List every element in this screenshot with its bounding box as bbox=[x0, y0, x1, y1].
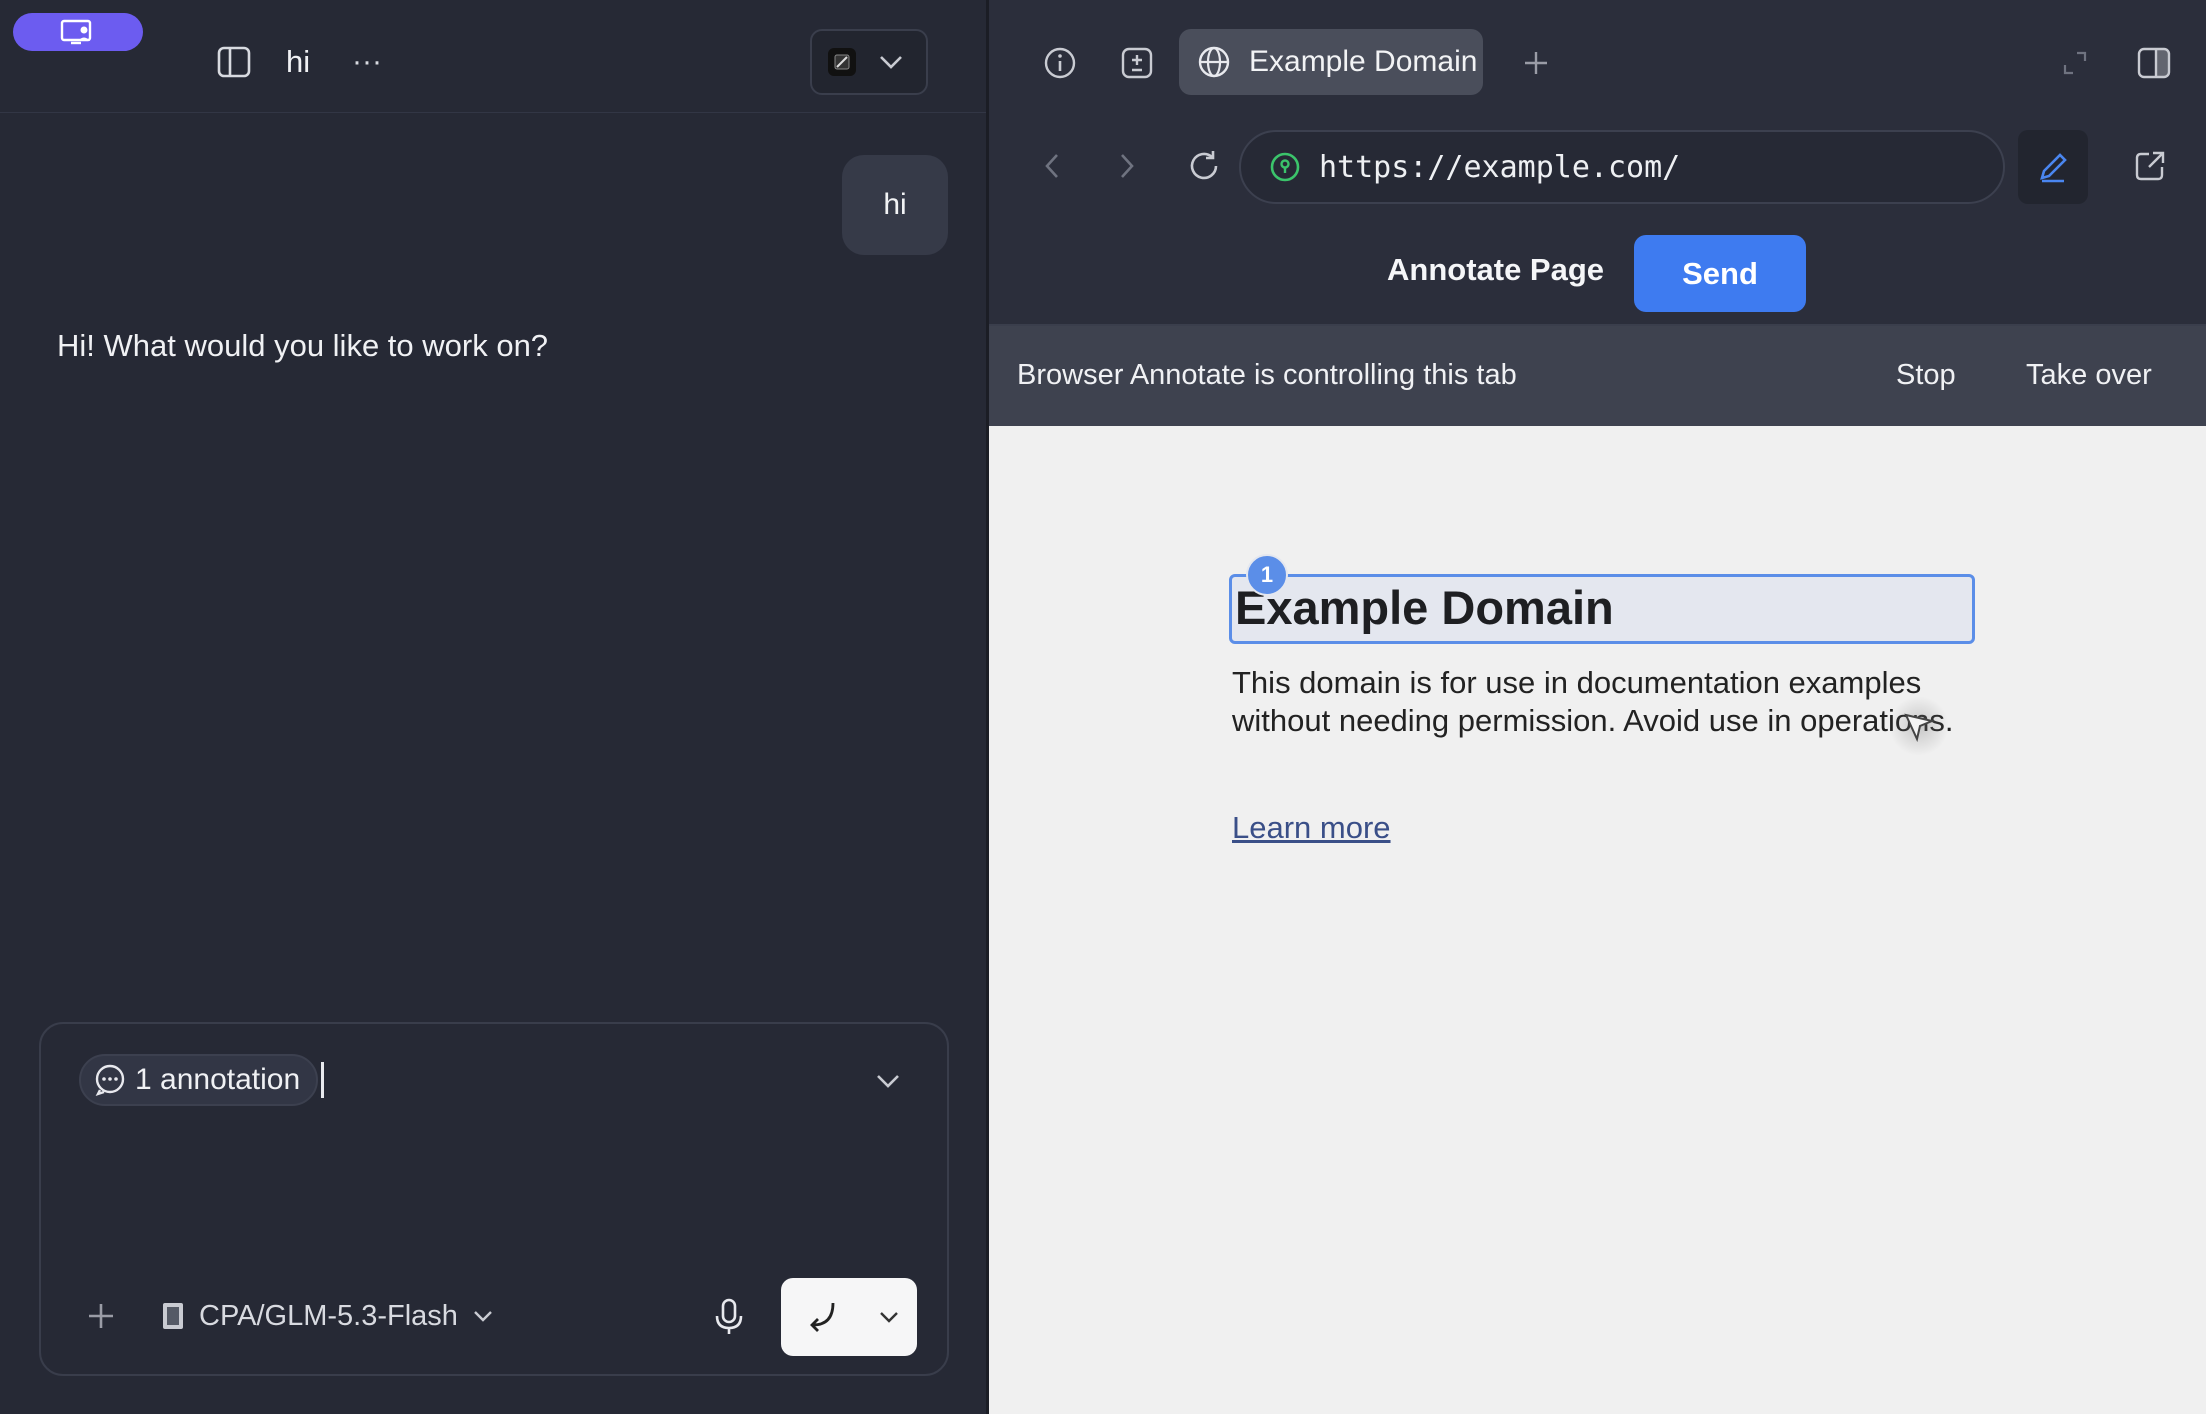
chevron-right-icon bbox=[1121, 154, 1134, 178]
tab-title: Example Domain bbox=[1249, 45, 1478, 78]
refresh-icon bbox=[1190, 151, 1218, 180]
page-info-button[interactable] bbox=[1040, 43, 1080, 83]
editor-app-icon bbox=[828, 48, 856, 76]
chevron-down-icon bbox=[877, 1075, 899, 1088]
annotation-badge[interactable]: 1 bbox=[1246, 554, 1288, 596]
chat-pane: hi ··· hi Hi! What would you like to wor… bbox=[0, 0, 988, 1414]
annotation-toolbar: Annotate Page Send bbox=[989, 220, 2206, 326]
cursor-arrow-icon bbox=[1904, 713, 1936, 743]
page-paragraph: This domain is for use in documentation … bbox=[1232, 665, 1954, 738]
add-attachment-button[interactable] bbox=[81, 1296, 121, 1336]
annotate-button[interactable] bbox=[2018, 130, 2088, 204]
take-over-button[interactable]: Take over bbox=[2026, 359, 2152, 392]
screen-user-icon bbox=[60, 19, 92, 45]
external-link-icon bbox=[2135, 151, 2165, 181]
send-split-button[interactable] bbox=[781, 1278, 917, 1356]
sidebar-icon bbox=[217, 46, 251, 78]
open-external-button[interactable] bbox=[2128, 144, 2172, 188]
automation-banner: Browser Annotate is controlling this tab… bbox=[989, 326, 2206, 426]
voice-input-button[interactable] bbox=[706, 1294, 752, 1340]
fullscreen-button[interactable] bbox=[2055, 43, 2095, 83]
new-tab-button[interactable] bbox=[1516, 43, 1556, 83]
comment-icon bbox=[95, 1064, 125, 1097]
editor-selector[interactable] bbox=[810, 29, 928, 95]
microphone-icon bbox=[715, 1298, 743, 1334]
plus-icon bbox=[1525, 52, 1547, 74]
conversation-title: hi bbox=[286, 44, 311, 79]
chevron-left-icon bbox=[1045, 154, 1058, 178]
expand-composer-button[interactable] bbox=[871, 1064, 905, 1098]
app-window: hi ··· hi Hi! What would you like to wor… bbox=[0, 0, 2206, 1414]
secure-lock-icon bbox=[1270, 152, 1300, 182]
submit-options-button[interactable] bbox=[861, 1278, 917, 1356]
forward-button[interactable] bbox=[1105, 144, 1149, 188]
url-text: https://example.com/ bbox=[1319, 149, 1681, 185]
stop-button[interactable]: Stop bbox=[1896, 359, 1956, 392]
web-page-viewport: Example Domain 1 This domain is for use … bbox=[989, 426, 2206, 1414]
return-arrow-icon bbox=[810, 1302, 835, 1332]
tab-example-domain[interactable]: Example Domain bbox=[1179, 29, 1483, 95]
agent-status-pill[interactable] bbox=[13, 13, 143, 51]
expand-icon bbox=[2063, 51, 2087, 75]
back-button[interactable] bbox=[1030, 144, 1074, 188]
page-heading-annotated[interactable]: Example Domain bbox=[1229, 574, 1975, 644]
info-icon bbox=[1044, 47, 1076, 79]
plus-icon bbox=[89, 1304, 113, 1328]
more-options-button[interactable]: ··· bbox=[345, 40, 389, 84]
model-icon bbox=[163, 1303, 183, 1329]
user-message: hi bbox=[842, 155, 948, 255]
pen-icon bbox=[2040, 153, 2067, 183]
diff-button[interactable] bbox=[1117, 43, 1157, 83]
chevron-down-icon bbox=[880, 1312, 898, 1323]
tab-bar: Example Domain bbox=[989, 0, 2206, 124]
chevron-down-icon bbox=[880, 56, 902, 69]
submit-button[interactable] bbox=[781, 1278, 861, 1356]
text-caret bbox=[321, 1062, 324, 1098]
model-name: CPA/GLM-5.3-Flash bbox=[199, 1299, 458, 1332]
send-annotations-button[interactable]: Send bbox=[1634, 235, 1806, 312]
automation-status-text: Browser Annotate is controlling this tab bbox=[1017, 359, 1517, 391]
pointer-cursor bbox=[1889, 696, 1949, 756]
toggle-panel-button[interactable] bbox=[2134, 43, 2174, 83]
navigation-bar: https://example.com/ bbox=[989, 124, 2206, 220]
annotation-chip[interactable]: 1 annotation bbox=[79, 1054, 319, 1106]
chevron-down-icon bbox=[474, 1311, 492, 1322]
annotate-page-title: Annotate Page bbox=[1387, 252, 1605, 287]
panel-right-icon bbox=[2137, 47, 2171, 79]
globe-icon bbox=[1198, 46, 1230, 78]
ellipsis-icon: ··· bbox=[352, 45, 382, 78]
diff-icon bbox=[1121, 47, 1153, 79]
learn-more-link[interactable]: Learn more bbox=[1232, 810, 1391, 846]
sidebar-toggle-button[interactable] bbox=[212, 40, 256, 84]
reload-button[interactable] bbox=[1182, 144, 1226, 188]
model-selector[interactable]: CPA/GLM-5.3-Flash bbox=[161, 1294, 494, 1338]
annotation-chip-label: 1 annotation bbox=[135, 1063, 301, 1096]
chat-header: hi ··· bbox=[0, 0, 988, 113]
assistant-message: Hi! What would you like to work on? bbox=[57, 328, 549, 363]
message-composer[interactable]: 1 annotation CPA/GLM-5.3-Flash bbox=[39, 1022, 949, 1376]
address-bar[interactable]: https://example.com/ bbox=[1239, 130, 2005, 204]
browser-pane: Example Domain https://example.com/ Anno… bbox=[989, 0, 2206, 1414]
